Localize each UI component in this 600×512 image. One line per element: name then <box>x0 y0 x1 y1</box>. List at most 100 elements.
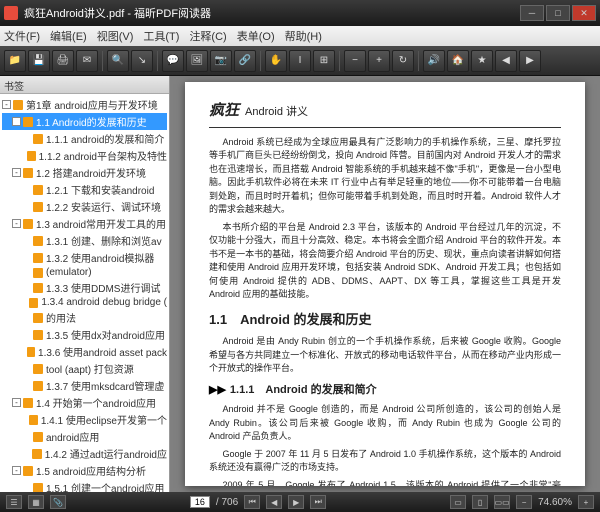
view-facing-button[interactable]: ▭▭ <box>494 495 510 509</box>
tree-toggle-icon[interactable]: - <box>12 398 21 407</box>
menu-file[interactable]: 文件(F) <box>4 28 40 44</box>
bookmark-node[interactable]: 1.3.3 使用DDMS进行调试 <box>2 279 167 296</box>
link-button[interactable]: 🔗 <box>234 50 256 72</box>
bookmark-node[interactable]: 1.1.2 android平台架构及特性 <box>2 147 167 164</box>
bookmark-label: 1.4.2 通过adt运行android应 <box>45 446 167 461</box>
minimize-button[interactable]: ─ <box>520 5 544 21</box>
bookmark-node[interactable]: 1.3.6 使用android asset pack <box>2 343 167 360</box>
open-button[interactable]: 📁 <box>4 50 26 72</box>
next-page-button[interactable]: ▶ <box>288 495 304 509</box>
bookmark-node[interactable]: (emulator) <box>2 266 167 279</box>
bookmark-icon <box>33 185 43 195</box>
bookmark-label: 1.3.3 使用DDMS进行调试 <box>46 280 160 295</box>
goto-button[interactable]: ↘ <box>131 50 153 72</box>
email-button[interactable]: ✉ <box>76 50 98 72</box>
bookmark-node[interactable]: -1.3 android常用开发工具的用 <box>2 215 167 232</box>
back-button[interactable]: ◀ <box>495 50 517 72</box>
bookmark-label: 1.1.2 android平台架构及特性 <box>39 148 167 163</box>
bookmark-label: 1.3.6 使用android asset pack <box>38 344 167 359</box>
bookmark-node[interactable]: 1.1.1 android的发展和简介 <box>2 130 167 147</box>
zoomout-button[interactable]: − <box>344 50 366 72</box>
menu-bar: 文件(F) 编辑(E) 视图(V) 工具(T) 注释(C) 表单(O) 帮助(H… <box>0 26 600 46</box>
bookmark-label: 1.2.2 安装运行、调试环境 <box>46 199 161 214</box>
view-single-button[interactable]: ▭ <box>450 495 466 509</box>
page-brand: 疯狂 <box>209 100 239 123</box>
bookmark-node[interactable]: 1.4.2 通过adt运行android应 <box>2 445 167 462</box>
bookmark-icon <box>23 117 33 127</box>
bookmark-node[interactable]: 1.4.1 使用eclipse开发第一个 <box>2 411 167 428</box>
bookmark-node[interactable]: 1.2.1 下载和安装android <box>2 181 167 198</box>
maximize-button[interactable]: □ <box>546 5 570 21</box>
close-button[interactable]: ✕ <box>572 5 596 21</box>
menu-edit[interactable]: 编辑(E) <box>50 28 87 44</box>
save-button[interactable]: 💾 <box>28 50 50 72</box>
rotate-button[interactable]: ↻ <box>392 50 414 72</box>
menu-tools[interactable]: 工具(T) <box>143 28 179 44</box>
bookmark-label: 的用法 <box>46 310 76 325</box>
app-icon <box>4 6 18 20</box>
hand-button[interactable]: ✋ <box>265 50 287 72</box>
bookmark-tree[interactable]: -第1章 android应用与开发环境-1.1 Android的发展和历史1.1… <box>0 94 169 492</box>
document-view[interactable]: 疯狂 Android 讲义 Android 系统已经成为全球应用最具有广泛影响力… <box>170 76 600 492</box>
bookmark-node[interactable]: 1.3.5 使用dx对android应用 <box>2 326 167 343</box>
select-button[interactable]: I <box>289 50 311 72</box>
tree-toggle-icon[interactable]: - <box>12 168 21 177</box>
bookmark-node[interactable]: android应用 <box>2 428 167 445</box>
page-number-input[interactable]: 16 <box>190 496 210 508</box>
print-button[interactable]: 🖨 <box>52 50 74 72</box>
fav-button[interactable]: ★ <box>471 50 493 72</box>
bookmark-node[interactable]: -1.1 Android的发展和历史 <box>2 113 167 130</box>
bookmark-node[interactable]: 1.2.2 安装运行、调试环境 <box>2 198 167 215</box>
tree-toggle-icon[interactable]: - <box>12 219 21 228</box>
tree-toggle-icon[interactable]: - <box>12 117 21 126</box>
find-button[interactable]: 🔍 <box>107 50 129 72</box>
bookmark-node[interactable]: - 第1章 android应用与开发环境 <box>2 96 167 113</box>
snapshot-button[interactable]: 📷 <box>210 50 232 72</box>
bookmark-node[interactable]: 的用法 <box>2 309 167 326</box>
zoomin-button[interactable]: + <box>368 50 390 72</box>
menu-help[interactable]: 帮助(H) <box>285 28 322 44</box>
annot-button[interactable]: 💬 <box>162 50 184 72</box>
bookmark-node[interactable]: 1.3.4 android debug bridge ( <box>2 296 167 309</box>
status-layers-icon[interactable]: ☰ <box>6 495 22 509</box>
bookmark-node[interactable]: 1.3.7 使用mksdcard管理虚 <box>2 377 167 394</box>
bookmark-label: 1.2 搭建android开发环境 <box>36 165 146 180</box>
bookmark-label: 1.5 android应用结构分析 <box>36 463 146 478</box>
sidebar-title: 书签 <box>0 76 169 94</box>
prev-page-button[interactable]: ◀ <box>266 495 282 509</box>
menu-forms[interactable]: 表单(O) <box>237 28 275 44</box>
bookmark-icon <box>27 151 35 161</box>
zoom-out-status[interactable]: − <box>516 495 532 509</box>
image-button[interactable]: 🖼 <box>186 50 208 72</box>
status-bar: ☰ ▦ 📎 16 / 706 ⏮ ◀ ▶ ⏭ ▭ ▯ ▭▭ − 74.60% + <box>0 492 600 512</box>
view-cont-button[interactable]: ▯ <box>472 495 488 509</box>
bookmark-label: 1.2.1 下载和安装android <box>46 182 154 197</box>
status-pages-icon[interactable]: ▦ <box>28 495 44 509</box>
bookmark-node[interactable]: 1.3.1 创建、删除和浏览av <box>2 232 167 249</box>
home-button[interactable]: 🏠 <box>447 50 469 72</box>
bookmark-node[interactable]: 1.3.2 使用android模拟器 <box>2 249 167 266</box>
tree-toggle-icon[interactable]: - <box>12 466 21 475</box>
menu-comments[interactable]: 注释(C) <box>189 28 226 44</box>
fwd-button[interactable]: ▶ <box>519 50 541 72</box>
tree-toggle-icon[interactable]: - <box>2 100 11 109</box>
bookmark-node[interactable]: tool (aapt) 打包资源 <box>2 360 167 377</box>
bookmark-node[interactable]: - 1.2 搭建android开发环境 <box>2 164 167 181</box>
first-page-button[interactable]: ⏮ <box>244 495 260 509</box>
bookmark-node[interactable]: 1.5.1 创建一个android应用 <box>2 479 167 492</box>
volume-button[interactable]: 🔊 <box>423 50 445 72</box>
status-attach-icon[interactable]: 📎 <box>50 495 66 509</box>
fit-button[interactable]: ⊞ <box>313 50 335 72</box>
bookmark-node[interactable]: - 1.4 开始第一个android应用 <box>2 394 167 411</box>
bookmark-label: 第1章 android应用与开发环境 <box>26 97 158 112</box>
heading-1-1: 1.1 Android 的发展和历史 <box>209 310 561 330</box>
menu-view[interactable]: 视图(V) <box>97 28 134 44</box>
para: Android 是由 Andy Rubin 创立的一个手机操作系统，后来被 Go… <box>209 335 561 376</box>
bookmark-node[interactable]: - 1.5 android应用结构分析 <box>2 462 167 479</box>
bookmark-label: (emulator) <box>46 267 92 278</box>
zoom-in-status[interactable]: + <box>578 495 594 509</box>
last-page-button[interactable]: ⏭ <box>310 495 326 509</box>
bookmark-icon <box>33 283 43 293</box>
para: 2009 年 5 月，Google 发布了 Android 1.5，该版本的 A… <box>209 479 561 487</box>
bookmark-label: 1.4 开始第一个android应用 <box>36 395 156 410</box>
